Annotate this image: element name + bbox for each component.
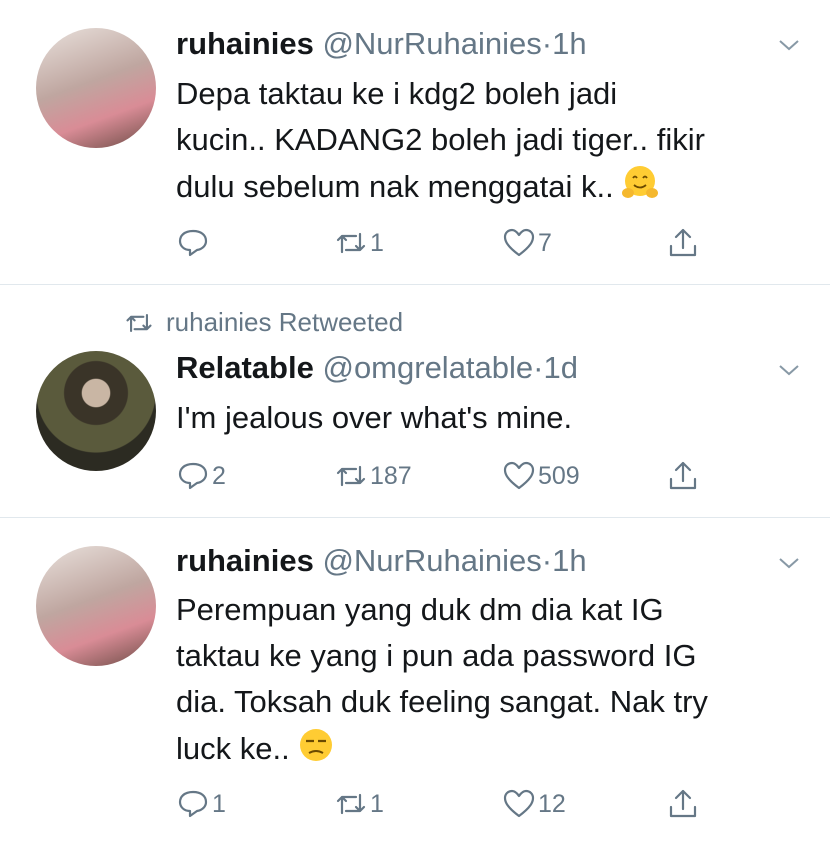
retweet-button[interactable]: 1 (334, 784, 384, 824)
avatar[interactable] (36, 546, 156, 666)
tweet-header: ruhainies @NurRuhainies·1h (176, 542, 587, 580)
tweet-text-line: luck ke.. (176, 725, 806, 772)
tweet[interactable]: ruhainies @NurRuhainies·1h Perempuan yan… (0, 518, 830, 844)
tweet-text-line: taktau ke yang i pun ada password IG (176, 638, 697, 673)
avatar[interactable] (36, 28, 156, 148)
tweet-text-line: kucin.. KADANG2 boleh jadi tiger.. fikir (176, 122, 705, 157)
separator: · (541, 543, 553, 578)
tweet-text: Depa taktau ke i kdg2 boleh jadi kucin..… (176, 71, 806, 210)
like-button[interactable]: 509 (502, 456, 580, 496)
tweet-header: Relatable @omgrelatable·1d (176, 349, 578, 387)
like-count: 7 (538, 228, 552, 257)
reply-count: 1 (212, 789, 226, 818)
tweet-text-fragment: dulu sebelum nak menggatai k.. (176, 169, 614, 204)
tweet-text-line: dia. Toksah duk feeling sangat. Nak try (176, 684, 708, 719)
reply-button[interactable]: 2 (176, 456, 226, 496)
retweet-button[interactable]: 187 (334, 456, 412, 496)
share-button[interactable] (666, 223, 700, 263)
like-count: 12 (538, 789, 566, 818)
share-icon (669, 228, 697, 257)
heart-icon (503, 789, 535, 818)
timestamp[interactable]: 1h (552, 543, 586, 578)
share-button[interactable] (666, 456, 700, 496)
share-icon (669, 789, 697, 818)
retweet-banner-text[interactable]: ruhainies Retweeted (166, 307, 403, 338)
tweet-actions: 1 1 12 (176, 784, 736, 824)
timestamp[interactable]: 1d (544, 350, 578, 385)
tweet-text-line: I'm jealous over what's mine. (176, 400, 573, 435)
separator: · (533, 350, 544, 385)
retweet-button[interactable]: 1 (334, 223, 384, 263)
tweet-actions: 2 187 509 (176, 456, 736, 496)
share-icon (669, 461, 697, 490)
timestamp[interactable]: 1h (552, 26, 586, 61)
share-button[interactable] (666, 784, 700, 824)
retweet-count: 187 (370, 461, 412, 490)
avatar[interactable] (36, 351, 156, 471)
user-handle[interactable]: @omgrelatable (322, 350, 533, 385)
tweet-text-fragment: luck ke.. (176, 731, 290, 766)
like-button[interactable]: 12 (502, 784, 566, 824)
retweet-count: 1 (370, 228, 384, 257)
tweet-text-line: Depa taktau ke i kdg2 boleh jadi (176, 76, 618, 111)
retweet-icon (336, 232, 366, 254)
retweet-icon (336, 793, 366, 815)
reply-button[interactable] (176, 223, 212, 263)
chevron-down-icon[interactable] (778, 552, 800, 574)
retweet-icon (336, 465, 366, 487)
reply-button[interactable]: 1 (176, 784, 226, 824)
retweet-count: 1 (370, 789, 384, 818)
chevron-down-icon[interactable] (778, 359, 800, 381)
hugging-face-emoji-icon (621, 166, 658, 198)
retweet-icon (126, 313, 152, 332)
reply-icon (178, 462, 208, 490)
tweet-text: I'm jealous over what's mine. (176, 395, 806, 441)
reply-icon (178, 790, 208, 818)
user-handle[interactable]: @NurRuhainies (322, 26, 541, 61)
tweet[interactable]: ruhainies @NurRuhainies·1h Depa taktau k… (0, 0, 830, 285)
user-handle[interactable]: @NurRuhainies (322, 543, 541, 578)
unamused-face-emoji-icon (299, 729, 332, 761)
tweet-text-line: dulu sebelum nak menggatai k.. (176, 163, 806, 210)
display-name[interactable]: ruhainies (176, 543, 314, 578)
like-count: 509 (538, 461, 580, 490)
heart-icon (503, 228, 535, 257)
display-name[interactable]: ruhainies (176, 26, 314, 61)
reply-icon (178, 229, 208, 257)
tweet-text-line: Perempuan yang duk dm dia kat IG (176, 592, 664, 627)
tweet-actions: 1 7 (176, 223, 736, 263)
like-button[interactable]: 7 (502, 223, 552, 263)
reply-count: 2 (212, 461, 226, 490)
tweet[interactable]: ruhainies Retweeted Relatable @omgrelata… (0, 285, 830, 517)
separator: · (541, 26, 553, 61)
tweet-header: ruhainies @NurRuhainies·1h (176, 25, 587, 63)
retweet-banner: ruhainies Retweeted (124, 307, 403, 338)
tweet-text: Perempuan yang duk dm dia kat IG taktau … (176, 587, 806, 772)
chevron-down-icon[interactable] (778, 34, 800, 56)
display-name[interactable]: Relatable (176, 350, 314, 385)
heart-icon (503, 461, 535, 490)
